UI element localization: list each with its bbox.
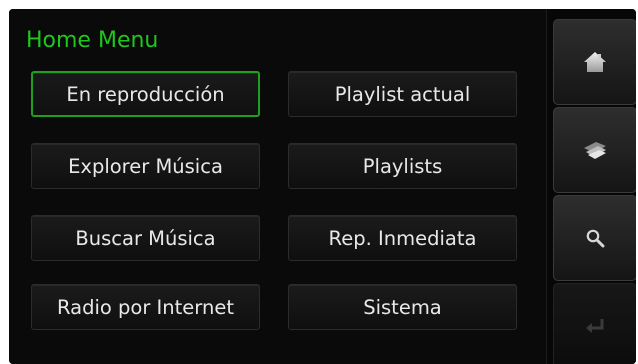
current-playlist-button[interactable]: Playlist actual	[288, 71, 517, 117]
music-library-icon	[584, 142, 606, 159]
playlists-button[interactable]: Playlists	[288, 143, 517, 189]
system-button[interactable]: Sistema	[288, 284, 517, 330]
back-button[interactable]	[553, 283, 636, 364]
home-icon	[584, 52, 606, 72]
instant-play-button[interactable]: Rep. Inmediata	[288, 215, 517, 261]
back-arrow-icon	[586, 319, 604, 333]
main-panel: Home Menu En reproducción Playlist actua…	[9, 9, 546, 364]
home-button[interactable]	[553, 19, 636, 105]
explore-music-button[interactable]: Explorer Música	[31, 143, 260, 189]
now-playing-button[interactable]: En reproducción	[31, 71, 260, 117]
sidebar	[546, 9, 636, 364]
search-button[interactable]	[553, 195, 636, 281]
screen: Home Menu En reproducción Playlist actua…	[9, 9, 636, 364]
internet-radio-button[interactable]: Radio por Internet	[31, 284, 260, 330]
search-icon	[586, 229, 605, 248]
page-title: Home Menu	[26, 28, 159, 53]
music-library-button[interactable]	[553, 107, 636, 193]
search-music-button[interactable]: Buscar Música	[31, 215, 260, 261]
